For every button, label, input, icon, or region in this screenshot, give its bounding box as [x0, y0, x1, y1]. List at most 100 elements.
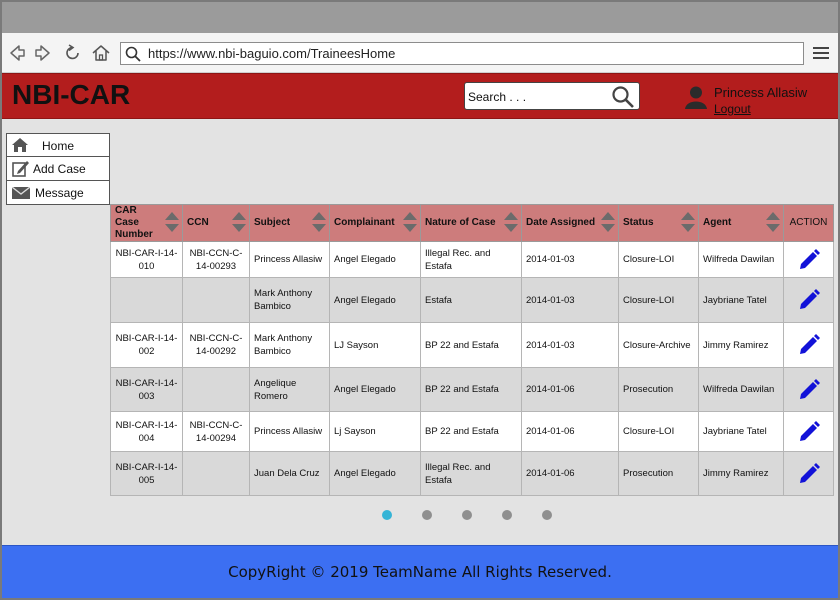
pagination-dots [382, 510, 562, 520]
sort-arrows-icon[interactable] [232, 210, 246, 234]
table-cell: NBI-CAR-I-14-005 [110, 451, 183, 496]
sidebar-item-label: Add Case [33, 162, 86, 176]
edit-pencil-icon[interactable] [798, 378, 820, 401]
pagination-dot[interactable] [502, 510, 512, 520]
edit-pencil-icon[interactable] [798, 420, 820, 443]
search-input[interactable]: Search . . . [464, 82, 640, 110]
table-cell [182, 367, 250, 412]
table-cell [110, 277, 183, 323]
column-header-label: CAR Case Number [115, 205, 153, 240]
edit-pencil-icon[interactable] [798, 462, 820, 485]
sort-arrows-icon[interactable] [312, 210, 326, 234]
table-cell: Juan Dela Cruz [249, 451, 330, 496]
column-header-label: CCN [187, 217, 209, 228]
sort-arrows-icon[interactable] [766, 210, 780, 234]
table-cell: LJ Sayson [329, 322, 421, 368]
sidebar-item-label: Message [35, 186, 84, 200]
column-header[interactable]: Status [618, 204, 699, 242]
column-header-label: Status [623, 217, 654, 228]
home-page-icon[interactable] [91, 43, 111, 63]
column-header[interactable]: Complainant [329, 204, 421, 242]
pagination-dot[interactable] [462, 510, 472, 520]
table-cell: Closure-LOI [618, 277, 699, 323]
table-cell: Mark Anthony Bambico [249, 277, 330, 323]
table-row[interactable]: NBI-CAR-I-14-003 Angelique Romero Angel El… [110, 367, 834, 412]
table-row[interactable]: NBI-CAR-I-14-004 NBI-CCN-C-14-00294 Prince… [110, 411, 834, 452]
table-cell: 2014-01-03 [521, 277, 619, 323]
action-cell [783, 241, 834, 278]
table-cell: Prosecution [618, 367, 699, 412]
action-cell [783, 451, 834, 496]
table-row[interactable]: NBI-CAR-I-14-005 Juan Dela Cruz Angel Eleg… [110, 451, 834, 496]
table-cell: NBI-CAR-I-14-010 [110, 241, 183, 278]
table-cell: 2014-01-06 [521, 411, 619, 452]
column-header[interactable]: CCN [182, 204, 250, 242]
reload-icon[interactable] [63, 43, 83, 63]
table-cell: NBI-CAR-I-14-004 [110, 411, 183, 452]
cases-table: CAR Case Number CCN Subject Complainant Natu… [110, 204, 834, 496]
user-avatar-icon [685, 86, 707, 109]
table-cell: Jimmy Ramirez [698, 322, 784, 368]
sort-arrows-icon[interactable] [403, 210, 417, 234]
table-cell: NBI-CAR-I-14-003 [110, 367, 183, 412]
action-cell [783, 322, 834, 368]
table-row[interactable]: NBI-CAR-I-14-002 NBI-CCN-C-14-00292 Mark A… [110, 322, 834, 368]
sidebar-item-message[interactable]: Message [6, 181, 110, 205]
table-cell: Closure-Archive [618, 322, 699, 368]
table-cell [182, 451, 250, 496]
edit-pencil-icon[interactable] [798, 334, 820, 356]
table-cell: Angel Elegado [329, 451, 421, 496]
table-cell: BP 22 and Estafa [420, 322, 522, 368]
table-cell: Mark Anthony Bambico [249, 322, 330, 368]
sort-arrows-icon[interactable] [681, 210, 695, 234]
logout-link[interactable]: Logout [714, 102, 751, 116]
table-body: NBI-CAR-I-14-010 NBI-CCN-C-14-00293 Prince… [110, 241, 834, 496]
column-header[interactable]: ACTION [783, 204, 834, 242]
search-placeholder: Search . . . [468, 90, 527, 104]
table-cell: Jaybriane Tatel [698, 277, 784, 323]
table-cell [182, 277, 250, 323]
table-row[interactable]: Mark Anthony Bambico Angel Elegado Estafa 2… [110, 277, 834, 323]
edit-note-icon [12, 161, 29, 177]
table-cell: 2014-01-03 [521, 322, 619, 368]
sidebar-item-add-case[interactable]: Add Case [6, 157, 110, 181]
copyright-text: CopyRight © 2019 TeamName All Rights Res… [228, 563, 612, 581]
search-icon[interactable] [611, 85, 635, 109]
table-cell: Princess Allasiw [249, 241, 330, 278]
table-cell: BP 22 and Estafa [420, 367, 522, 412]
browser-title-bar [0, 0, 840, 33]
action-cell [783, 367, 834, 412]
browser-toolbar: https://www.nbi-baguio.com/TraineesHome [0, 33, 840, 73]
column-header[interactable]: CAR Case Number [110, 204, 183, 242]
sidebar-item-home[interactable]: Home [6, 133, 110, 157]
column-header-label: Agent [703, 217, 732, 228]
brand-logo-text[interactable]: NBI-CAR [12, 79, 130, 111]
sort-arrows-icon[interactable] [165, 210, 179, 234]
hamburger-menu-icon[interactable] [812, 45, 830, 61]
table-row[interactable]: NBI-CAR-I-14-010 NBI-CCN-C-14-00293 Prince… [110, 241, 834, 278]
sidebar-nav: Home Add Case Message [6, 133, 110, 205]
table-cell: Angel Elegado [329, 277, 421, 323]
table-cell: Lj Sayson [329, 411, 421, 452]
column-header-label: Nature of Case [425, 217, 496, 228]
pagination-dot[interactable] [542, 510, 552, 520]
url-text: https://www.nbi-baguio.com/TraineesHome [148, 46, 396, 61]
address-bar[interactable]: https://www.nbi-baguio.com/TraineesHome [120, 42, 804, 65]
action-cell [783, 277, 834, 323]
table-cell: Closure-LOI [618, 411, 699, 452]
column-header[interactable]: Agent [698, 204, 784, 242]
column-header[interactable]: Date Assigned [521, 204, 619, 242]
forward-arrow-icon[interactable] [33, 43, 53, 63]
table-cell: Illegal Rec. and Estafa [420, 241, 522, 278]
edit-pencil-icon[interactable] [798, 289, 820, 311]
table-cell: NBI-CCN-C-14-00292 [182, 322, 250, 368]
column-header[interactable]: Subject [249, 204, 330, 242]
back-arrow-icon[interactable] [7, 43, 27, 63]
sort-arrows-icon[interactable] [504, 210, 518, 234]
sort-arrows-icon[interactable] [601, 210, 615, 234]
table-cell: NBI-CAR-I-14-002 [110, 322, 183, 368]
pagination-dot[interactable] [382, 510, 392, 520]
column-header[interactable]: Nature of Case [420, 204, 522, 242]
pagination-dot[interactable] [422, 510, 432, 520]
edit-pencil-icon[interactable] [798, 248, 820, 271]
